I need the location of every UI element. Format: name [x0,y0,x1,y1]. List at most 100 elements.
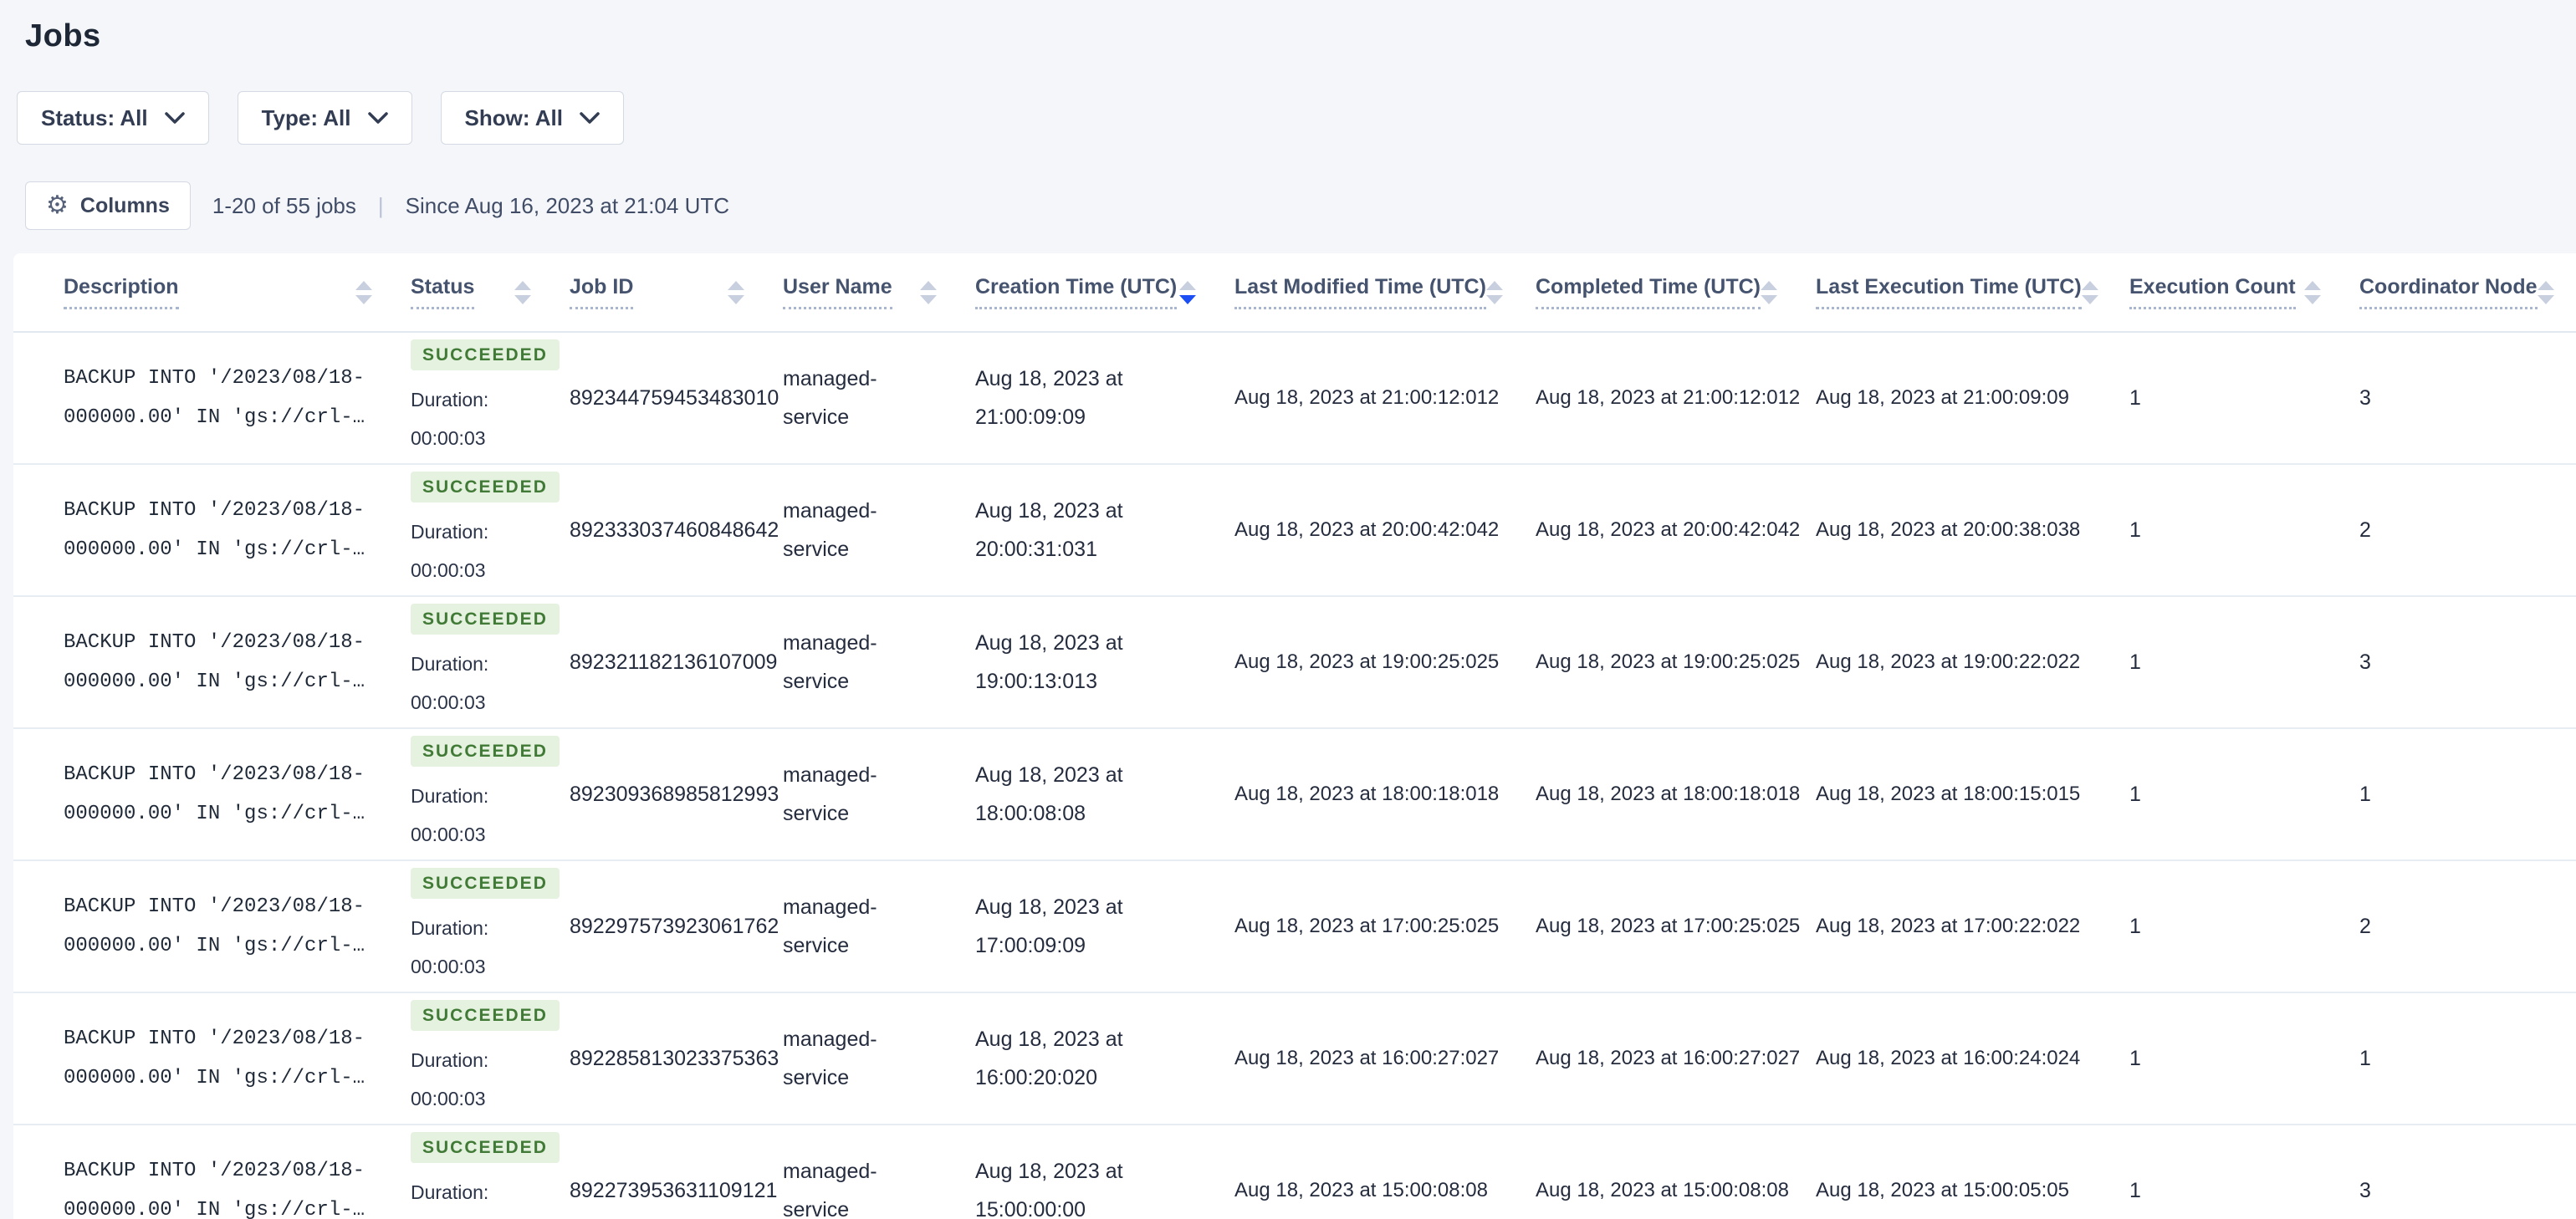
column-header-execution-count[interactable]: Execution Count [2129,253,2359,333]
status-badge: SUCCEEDED [411,867,560,899]
completed-time: Aug 18, 2023 at 20:00:42:042 [1536,464,1816,597]
job-id: 892321182136107009 [570,596,783,729]
job-id: 892333037460848642 [570,464,783,597]
creation-time: Aug 18, 2023 at 17:00:09:09 [975,895,1123,957]
column-header-job-id[interactable]: Job ID [570,253,783,333]
creation-time: Aug 18, 2023 at 20:00:31:031 [975,499,1123,561]
duration-label: Duration: [411,520,489,543]
last-execution-time: Aug 18, 2023 at 15:00:05:05 [1816,1125,2129,1219]
completed-time: Aug 18, 2023 at 18:00:18:018 [1536,728,1816,861]
last-modified-time: Aug 18, 2023 at 18:00:18:018 [1234,728,1536,861]
jobs-table-card: Description Status Job ID User Name Crea… [13,253,2576,1219]
last-execution-time: Aug 18, 2023 at 20:00:38:038 [1816,464,2129,597]
sort-icon[interactable] [355,280,372,304]
column-header-description[interactable]: Description [13,253,411,333]
type-filter-dropdown[interactable]: Type: All [237,91,412,145]
jobs-page: Jobs Status: All Type: All Show: All ⚙ C… [0,0,2576,1219]
duration-label: Duration: [411,916,489,939]
sort-desc-icon[interactable] [1179,280,1196,304]
status-filter-dropdown[interactable]: Status: All [17,91,209,145]
coordinator-node: 2 [2359,860,2576,993]
show-filter-dropdown[interactable]: Show: All [440,91,624,145]
sort-icon[interactable] [1761,280,1777,304]
job-id: 892297573923061762 [570,860,783,993]
filter-bar: Status: All Type: All Show: All [17,91,2576,145]
coordinator-node: 3 [2359,596,2576,729]
execution-count: 1 [2129,596,2359,729]
coordinator-node: 1 [2359,728,2576,861]
chevron-down-icon [580,111,600,124]
status-badge: SUCCEEDED [411,603,560,635]
duration-value: 00:00:03 [411,823,486,845]
type-filter-label: Type: All [261,105,351,130]
status-filter-label: Status: All [41,105,148,130]
last-modified-time: Aug 18, 2023 at 21:00:12:012 [1234,332,1536,465]
page-title: Jobs [25,18,101,54]
coordinator-node: 3 [2359,332,2576,465]
completed-time: Aug 18, 2023 at 19:00:25:025 [1536,596,1816,729]
column-header-creation-time[interactable]: Creation Time (UTC) [975,253,1234,333]
sort-icon[interactable] [2537,280,2554,304]
job-id: 892273953631109121 [570,1125,783,1219]
column-header-coordinator-node[interactable]: Coordinator Node [2359,253,2576,333]
duration-label: Duration: [411,388,489,411]
duration-label: Duration: [411,784,489,807]
jobs-table: Description Status Job ID User Name Crea… [13,253,2576,1219]
execution-count: 1 [2129,1125,2359,1219]
last-execution-time: Aug 18, 2023 at 19:00:22:022 [1816,596,2129,729]
status-badge: SUCCEEDED [411,1131,560,1163]
duration-label: Duration: [411,1048,489,1071]
table-row: BACKUP INTO '/2023/08/18-000000.00' IN '… [13,860,2576,993]
since-text: Since Aug 16, 2023 at 21:04 UTC [405,192,730,218]
creation-time: Aug 18, 2023 at 21:00:09:09 [975,367,1123,429]
user-name: managed-service [783,763,877,825]
column-header-user-name[interactable]: User Name [783,253,975,333]
creation-time: Aug 18, 2023 at 15:00:00:00 [975,1160,1123,1219]
sort-icon[interactable] [1485,280,1503,304]
chevron-down-icon [367,111,388,124]
job-description-link[interactable]: BACKUP INTO '/2023/08/18-000000.00' IN '… [64,1019,386,1098]
duration-value: 00:00:03 [411,691,486,713]
user-name: managed-service [783,1160,877,1219]
table-row: BACKUP INTO '/2023/08/18-000000.00' IN '… [13,464,2576,597]
column-header-completed-time[interactable]: Completed Time (UTC) [1536,253,1816,333]
last-modified-time: Aug 18, 2023 at 16:00:27:027 [1234,992,1536,1125]
last-execution-time: Aug 18, 2023 at 18:00:15:015 [1816,728,2129,861]
chevron-down-icon [164,111,185,124]
creation-time: Aug 18, 2023 at 19:00:13:013 [975,631,1123,693]
execution-count: 1 [2129,992,2359,1125]
coordinator-node: 3 [2359,1125,2576,1219]
job-description-link[interactable]: BACKUP INTO '/2023/08/18-000000.00' IN '… [64,755,386,834]
job-description-link[interactable]: BACKUP INTO '/2023/08/18-000000.00' IN '… [64,887,386,966]
sort-icon[interactable] [2081,280,2098,304]
column-header-status[interactable]: Status [411,253,570,333]
coordinator-node: 1 [2359,992,2576,1125]
user-name: managed-service [783,367,877,429]
job-description-link[interactable]: BACKUP INTO '/2023/08/18-000000.00' IN '… [64,359,386,437]
table-row: BACKUP INTO '/2023/08/18-000000.00' IN '… [13,332,2576,465]
column-header-last-modified-time[interactable]: Last Modified Time (UTC) [1234,253,1536,333]
user-name: managed-service [783,895,877,957]
completed-time: Aug 18, 2023 at 15:00:08:08 [1536,1125,1816,1219]
user-name: managed-service [783,499,877,561]
jobs-count-text: 1-20 of 55 jobs [212,192,356,218]
show-filter-label: Show: All [464,105,563,130]
column-header-last-execution-time[interactable]: Last Execution Time (UTC) [1816,253,2129,333]
duration-value: 00:00:03 [411,1211,553,1219]
sort-icon[interactable] [2304,280,2321,304]
completed-time: Aug 18, 2023 at 17:00:25:025 [1536,860,1816,993]
sort-icon[interactable] [920,280,937,304]
job-description-link[interactable]: BACKUP INTO '/2023/08/18-000000.00' IN '… [64,491,386,569]
table-toolbar: ⚙ Columns 1-20 of 55 jobs | Since Aug 16… [25,181,2576,230]
execution-count: 1 [2129,332,2359,465]
columns-button[interactable]: ⚙ Columns [25,181,191,230]
sort-icon[interactable] [514,280,531,304]
last-execution-time: Aug 18, 2023 at 21:00:09:09 [1816,332,2129,465]
execution-count: 1 [2129,464,2359,597]
jobs-table-body: BACKUP INTO '/2023/08/18-000000.00' IN '… [13,332,2576,1219]
columns-button-label: Columns [79,193,170,217]
status-badge: SUCCEEDED [411,339,560,370]
job-description-link[interactable]: BACKUP INTO '/2023/08/18-000000.00' IN '… [64,623,386,701]
sort-icon[interactable] [728,280,744,304]
job-description-link[interactable]: BACKUP INTO '/2023/08/18-000000.00' IN '… [64,1151,386,1219]
